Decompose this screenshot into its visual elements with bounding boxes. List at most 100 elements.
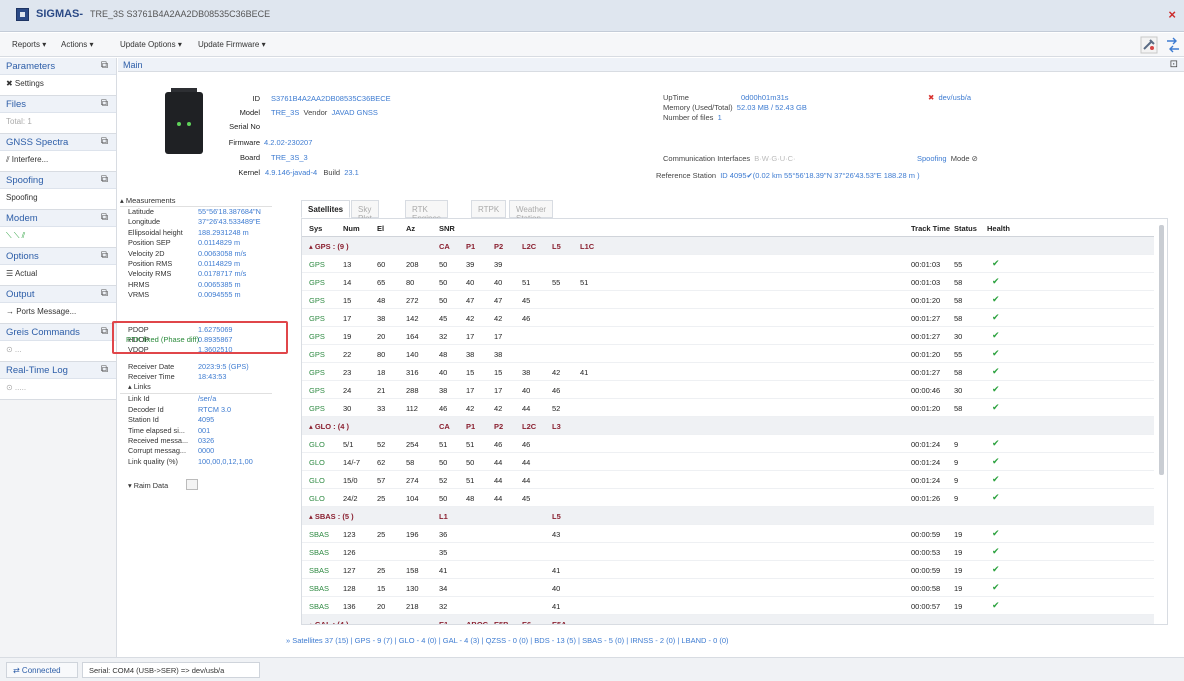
tab-rtk-engines[interactable]: RTK Engines (405, 200, 448, 223)
group-row[interactable]: ▴ GAL : (4 ) E1 ABOC E5B E6 E5A (302, 615, 1154, 624)
col-header[interactable]: SNR (439, 224, 455, 233)
table-cell: 46 (522, 440, 531, 449)
table-cell: 36 (439, 530, 448, 539)
table-cell: 14/-7 (343, 458, 361, 467)
arrows-icon[interactable] (1164, 36, 1182, 54)
table-row[interactable]: GPS 14 65 80 50 40 40 51 55 51 00:01:03 58 ✔ (302, 273, 1154, 291)
menu-actions[interactable]: Actions ▾ (61, 40, 93, 49)
menu-update-options[interactable]: Update Options ▾ (120, 40, 182, 49)
group-row[interactable]: ▴ GPS : (9 ) CA P1 P2 L2C L5 L1C (302, 237, 1154, 255)
table-row[interactable]: GPS 23 18 316 40 15 15 38 42 41 00:01:27 58 ✔ (302, 363, 1154, 381)
tab-sky-plot[interactable]: Sky Plot (351, 200, 379, 223)
sidebar-head-output[interactable]: Output ⧉ (0, 286, 116, 303)
links-header[interactable]: ▴ Links (120, 382, 272, 395)
group-row[interactable]: ▴ GLO : (4 ) CA P1 P2 L2C L3 (302, 417, 1154, 435)
table-row[interactable]: SBAS 128 15 130 34 40 00:00:58 19 ✔ (302, 579, 1154, 597)
table-row[interactable]: GLO 15/0 57 274 52 51 44 44 00:01:24 9 ✔ (302, 471, 1154, 489)
table-cell: 00:00:53 (911, 548, 941, 557)
sidebar-item-interference[interactable]: ⫽ Interfere... (0, 151, 116, 171)
sidebar-item-modem-signal[interactable]: ⟍ ⟍ ⫽ (0, 227, 116, 247)
table-cell: 46 (439, 404, 448, 413)
health-ok-icon: ✔ (992, 564, 1000, 574)
sidebar-head-gnss-spectra[interactable]: GNSS Spectra ⧉ (0, 134, 116, 151)
table-scrollbar[interactable] (1159, 225, 1164, 475)
raim-data-header[interactable]: ▾ Raim Data (120, 479, 272, 491)
table-cell: 00:01:20 (911, 296, 941, 305)
popout-icon[interactable]: ⧉ (101, 364, 108, 375)
sidebar-item-actual[interactable]: ☰ Actual (0, 265, 116, 285)
maximize-icon[interactable]: ⊡ (1170, 59, 1178, 70)
menu-reports[interactable]: Reports ▾ (12, 40, 46, 49)
tab-weather-station[interactable]: Weather Station (509, 200, 554, 223)
popout-icon[interactable]: ⧉ (101, 98, 108, 109)
spoofing-mode[interactable]: Spoofing Mode ⊘ (917, 154, 978, 163)
table-row[interactable]: SBAS 126 35 00:00:53 19 ✔ (302, 543, 1154, 561)
table-cell: CA (439, 242, 450, 251)
table-row[interactable]: SBAS 127 25 158 41 41 00:00:59 19 ✔ (302, 561, 1154, 579)
popout-icon[interactable]: ⧉ (101, 174, 108, 185)
col-header[interactable]: Az (406, 224, 415, 233)
table-row[interactable]: GPS 22 80 140 48 38 38 00:01:20 55 ✔ (302, 345, 1154, 363)
popout-icon[interactable]: ⧉ (101, 250, 108, 261)
table-row[interactable]: SBAS 123 25 196 36 43 00:00:59 19 ✔ (302, 525, 1154, 543)
col-header[interactable]: Health (987, 224, 1010, 233)
col-header[interactable]: Num (343, 224, 360, 233)
col-header[interactable]: Status (954, 224, 977, 233)
table-row[interactable]: GPS 13 60 208 50 39 39 00:01:03 55 ✔ (302, 255, 1154, 273)
health-ok-icon: ✔ (992, 402, 1000, 412)
table-row[interactable]: GPS 24 21 288 38 17 17 40 46 00:00:46 30 ✔ (302, 381, 1154, 399)
sidebar-item-spoofing[interactable]: Spoofing (0, 189, 116, 209)
popout-icon[interactable]: ⧉ (101, 60, 108, 71)
connected-status[interactable]: ⇄ Connected (6, 662, 78, 678)
col-header[interactable]: Track Time (911, 224, 950, 233)
table-cell: 130 (406, 584, 419, 593)
sidebar-item-log[interactable]: ⊙ ..... (0, 379, 116, 399)
table-cell: 24 (343, 386, 352, 395)
table-cell: 80 (406, 278, 415, 287)
popout-icon[interactable]: ⧉ (101, 326, 108, 337)
sidebar-head-modem[interactable]: Modem ⧉ (0, 210, 116, 227)
table-cell: 52 (439, 476, 448, 485)
col-header[interactable]: El (377, 224, 384, 233)
table-row[interactable]: GLO 24/2 25 104 50 48 44 45 00:01:26 9 ✔ (302, 489, 1154, 507)
table-row[interactable]: SBAS 136 20 218 32 41 00:00:57 19 ✔ (302, 597, 1154, 615)
table-cell: 00:01:03 (911, 260, 941, 269)
sidebar-head-real-time-log[interactable]: Real-Time Log ⧉ (0, 362, 116, 379)
tab-rtpk[interactable]: RTPK (471, 200, 507, 218)
table-cell: 00:01:24 (911, 440, 941, 449)
device-path[interactable]: ✖ dev/usb/a (928, 93, 971, 102)
sidebar-head-greis-commands[interactable]: Greis Commands ⧉ (0, 324, 116, 341)
popout-icon[interactable]: ⧉ (101, 288, 108, 299)
table-cell: ▴ GPS : (9 ) (309, 242, 349, 251)
popout-icon[interactable]: ⧉ (101, 136, 108, 147)
table-row[interactable]: GPS 17 38 142 45 42 42 46 00:01:27 58 ✔ (302, 309, 1154, 327)
table-cell: 48 (466, 494, 475, 503)
sidebar-head-parameters[interactable]: Parameters ⧉ (0, 58, 116, 75)
kernel-value: 4.9.146-javad-4 Build 23.1 (265, 168, 359, 177)
table-row[interactable]: GPS 19 20 164 32 17 17 00:01:27 30 ✔ (302, 327, 1154, 345)
sidebar-head-options[interactable]: Options ⧉ (0, 248, 116, 265)
memory: Memory (Used/Total) 52.03 MB / 52.43 GB (663, 103, 807, 112)
table-row[interactable]: GPS 30 33 112 46 42 42 44 52 00:01:20 58 ✔ (302, 399, 1154, 417)
close-icon[interactable]: × (1168, 7, 1176, 22)
sidebar-item-ports[interactable]: → Ports Message... (0, 303, 116, 323)
col-header[interactable]: Sys (309, 224, 322, 233)
table-row[interactable]: GLO 5/1 52 254 51 51 46 46 00:01:24 9 ✔ (302, 435, 1154, 453)
sidebar-group-gnss-spectra: GNSS Spectra ⧉ ⫽ Interfere... (0, 134, 116, 172)
popout-icon[interactable]: ⧉ (101, 212, 108, 223)
link-row: Corrupt messag... 0000 (128, 446, 215, 456)
group-row[interactable]: ▴ SBAS : (5 ) L1 L5 (302, 507, 1154, 525)
tools-icon[interactable] (1140, 36, 1158, 54)
raim-export-icon[interactable] (186, 479, 198, 491)
sidebar-item-settings[interactable]: ✖ Settings (0, 75, 116, 95)
tab-satellites[interactable]: Satellites (301, 200, 351, 218)
measurements-header[interactable]: ▴ Measurements (120, 196, 272, 207)
menu-update-firmware[interactable]: Update Firmware ▾ (198, 40, 266, 49)
sidebar-head-spoofing[interactable]: Spoofing ⧉ (0, 172, 116, 189)
table-cell: 44 (494, 494, 503, 503)
table-row[interactable]: GLO 14/-7 62 58 50 50 44 44 00:01:24 9 ✔ (302, 453, 1154, 471)
sidebar-head-files[interactable]: Files ⧉ (0, 96, 116, 113)
table-row[interactable]: GPS 15 48 272 50 47 47 45 00:01:20 58 ✔ (302, 291, 1154, 309)
sidebar-item-greis[interactable]: ⊙ ... (0, 341, 116, 361)
table-cell: 58 (954, 278, 963, 287)
